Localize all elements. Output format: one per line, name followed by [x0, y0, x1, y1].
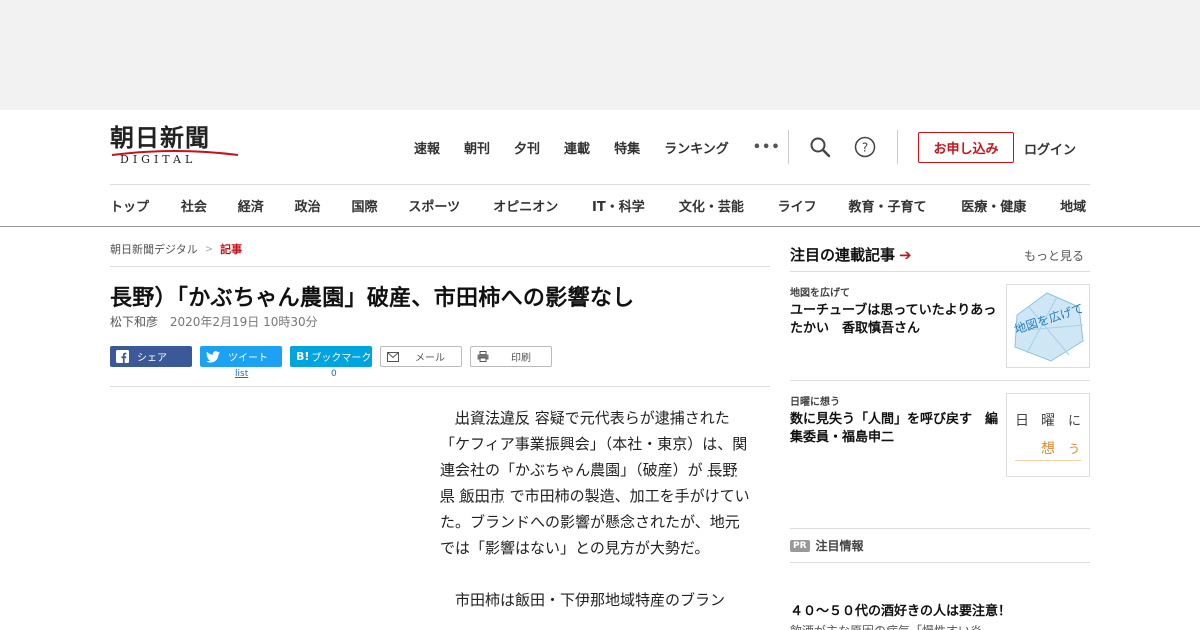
- search-icon[interactable]: [807, 134, 833, 160]
- breadcrumb: 朝日新聞デジタル > 記事: [110, 241, 242, 257]
- category-politics[interactable]: 政治: [295, 196, 352, 216]
- nav-sokuho[interactable]: 速報: [414, 138, 440, 157]
- category-culture[interactable]: 文化・芸能: [679, 196, 778, 216]
- divider: [790, 528, 1090, 529]
- author-name: 松下和彦: [110, 315, 159, 329]
- twitter-share-label: ツイート: [228, 353, 268, 364]
- nav-choukan[interactable]: 朝刊: [464, 138, 490, 157]
- category-international[interactable]: 国際: [352, 196, 409, 216]
- category-top[interactable]: トップ: [110, 196, 181, 216]
- keyword-link[interactable]: 飯田市: [460, 487, 505, 505]
- decorative-line: [1015, 460, 1081, 461]
- subscribe-button[interactable]: お申し込み: [918, 132, 1014, 163]
- see-more-link[interactable]: もっと見る: [1024, 247, 1084, 264]
- serial-thumbnail: 地図を広げて: [1006, 284, 1090, 368]
- logo-digital: DIGITAL: [120, 153, 197, 166]
- nav-ranking[interactable]: ランキング: [664, 138, 729, 157]
- sidebar-title-text: 注目の連載記事: [790, 246, 896, 264]
- thumbnail-char: う: [1068, 442, 1081, 456]
- serial-title: ユーチューブは思っていたよりあったかい 香取慎吾さん: [790, 303, 997, 336]
- serial-card[interactable]: 地図を広げて ユーチューブは思っていたよりあったかい 香取慎吾さん 地図を広げて: [790, 284, 1090, 368]
- pr-badge: PR: [790, 539, 810, 552]
- pr-headline[interactable]: ４０～５０代の酒好きの人は要注意！: [790, 600, 1011, 619]
- print-icon: [477, 351, 489, 362]
- mail-share-button[interactable]: メール: [380, 346, 462, 367]
- article-body: 出資法違反 容疑で元代表らが逮捕された「ケフィア事業振興会」（本社・東京）は、関…: [440, 405, 750, 630]
- print-button[interactable]: 印刷: [470, 346, 552, 367]
- ad-banner-area: [0, 0, 1200, 110]
- facebook-icon: [116, 350, 129, 363]
- pr-subtext[interactable]: 飲酒が主な原因の病気「慢性すい炎: [790, 622, 982, 630]
- category-sports[interactable]: スポーツ: [408, 196, 493, 216]
- divider: [897, 130, 898, 164]
- serial-thumbnail: 日 曜 に 想 う: [1006, 393, 1090, 477]
- facebook-share-button[interactable]: シェア: [110, 346, 192, 367]
- svg-text:?: ?: [862, 141, 868, 155]
- article-paragraph: 出資法違反 容疑で元代表らが逮捕された「ケフィア事業振興会」（本社・東京）は、関…: [440, 405, 750, 561]
- help-icon[interactable]: ?: [852, 134, 878, 160]
- hatena-count[interactable]: 0: [331, 369, 337, 379]
- category-opinion[interactable]: オピニオン: [493, 196, 592, 216]
- category-life[interactable]: ライフ: [778, 196, 849, 216]
- facebook-share-label: シェア: [137, 353, 167, 364]
- arrow-right-icon: ➔: [899, 245, 912, 264]
- category-local[interactable]: 地域: [1060, 196, 1100, 216]
- divider: [790, 271, 1090, 272]
- thumbnail-char: 曜: [1041, 413, 1055, 429]
- category-society[interactable]: 社会: [181, 196, 238, 216]
- site-logo[interactable]: 朝日新聞 DIGITAL: [110, 124, 245, 170]
- hatena-label: ブックマーク: [311, 353, 372, 364]
- mail-icon: [387, 351, 399, 362]
- divider: [110, 184, 1090, 185]
- thumbnail-char: 想: [1041, 441, 1055, 457]
- article-paragraph: 市田柿は飯田・下伊那地域特産のブラン: [455, 591, 726, 609]
- nav-tokushu[interactable]: 特集: [614, 138, 640, 157]
- hatena-icon: B!: [296, 350, 310, 363]
- breadcrumb-home[interactable]: 朝日新聞デジタル: [110, 241, 198, 257]
- print-label: 印刷: [511, 353, 531, 364]
- twitter-count[interactable]: list: [235, 369, 248, 379]
- serial-card[interactable]: 日曜に想う 数に見失う「人間」を呼び戻す 編集委員・福島申二 日 曜 に 想 う: [790, 393, 1090, 477]
- category-economy[interactable]: 経済: [238, 196, 295, 216]
- breadcrumb-separator: >: [204, 243, 214, 255]
- pr-header: PR 注目情報: [790, 537, 864, 554]
- divider: [110, 386, 770, 387]
- hatena-bookmark-button[interactable]: B! ブックマーク: [290, 346, 372, 367]
- divider: [788, 130, 789, 164]
- category-nav: トップ 社会 経済 政治 国際 スポーツ オピニオン IT・科学 文化・芸能 ラ…: [110, 196, 1100, 216]
- twitter-icon: [206, 350, 220, 363]
- serial-title: 数に見失う「人間」を呼び戻す 編集委員・福島申二: [790, 412, 999, 445]
- category-health[interactable]: 医療・健康: [961, 196, 1060, 216]
- more-menu-icon[interactable]: •••: [753, 140, 781, 155]
- divider: [0, 226, 1200, 227]
- logo-wordmark: 朝日新聞: [110, 123, 210, 152]
- mail-label: メール: [415, 353, 445, 364]
- nav-rensai[interactable]: 連載: [564, 138, 590, 157]
- category-education[interactable]: 教育・子育て: [849, 196, 962, 216]
- sidebar-title[interactable]: 注目の連載記事 ➔: [790, 244, 912, 265]
- masthead: 朝日新聞 DIGITAL 速報 朝刊 夕刊 連載 特集 ランキング ••• ? …: [0, 110, 1200, 185]
- thumbnail-char: 日: [1015, 413, 1029, 429]
- divider: [790, 380, 1090, 381]
- divider: [790, 562, 1090, 563]
- byline: 松下和彦 2020年2月19日 10時30分: [110, 313, 318, 330]
- publish-date: 2020年2月19日 10時30分: [169, 315, 318, 329]
- nav-yuukan[interactable]: 夕刊: [514, 138, 540, 157]
- twitter-share-button[interactable]: ツイート: [200, 346, 282, 367]
- thumbnail-char: に: [1068, 414, 1082, 429]
- login-link[interactable]: ログイン: [1024, 139, 1076, 158]
- article-headline: 長野）「かぶちゃん農園」破産、市田柿への影響なし: [110, 286, 635, 311]
- divider: [110, 266, 770, 267]
- primary-nav: 速報 朝刊 夕刊 連載 特集 ランキング •••: [414, 136, 781, 158]
- pr-label: 注目情報: [815, 539, 864, 553]
- category-it-science[interactable]: IT・科学: [592, 196, 679, 216]
- breadcrumb-current: 記事: [220, 243, 243, 256]
- keyword-link[interactable]: 出資法違反: [455, 409, 530, 427]
